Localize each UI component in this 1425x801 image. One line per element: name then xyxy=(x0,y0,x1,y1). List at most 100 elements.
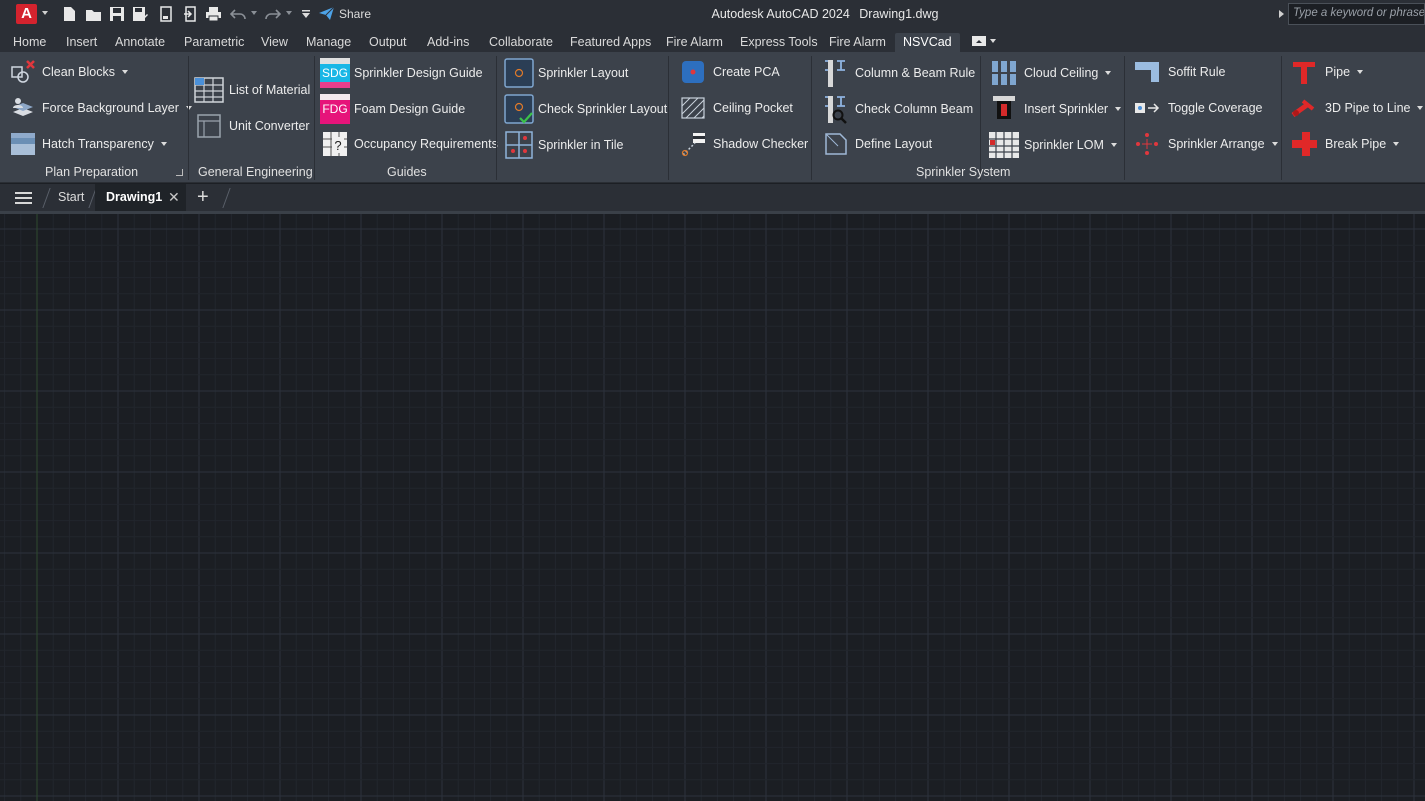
tab-express-tools[interactable]: Express Tools xyxy=(740,33,818,53)
list-of-material-button[interactable]: List of Material xyxy=(194,77,310,103)
tab-divider xyxy=(42,188,51,208)
new-tab-plus-icon[interactable]: + xyxy=(197,186,209,209)
plot-print-icon[interactable] xyxy=(204,5,222,23)
pipe-button[interactable]: Pipe xyxy=(1291,59,1364,85)
file-tab-start[interactable]: Start xyxy=(58,190,84,204)
check-sprinkler-layout-label: Check Sprinkler Layout xyxy=(538,102,668,116)
save-icon[interactable] xyxy=(108,5,126,23)
share-export-icon[interactable] xyxy=(181,5,199,23)
sprinkler-arrange-label: Sprinkler Arrange xyxy=(1168,137,1265,151)
app-menu-chevron-down-icon[interactable] xyxy=(42,11,48,15)
tab-manage[interactable]: Manage xyxy=(306,33,351,53)
unit-converter-button[interactable]: Unit Converter xyxy=(196,113,310,139)
occupancy-requirements-button[interactable]: ? Occupancy Requirements xyxy=(322,131,498,157)
check-column-beam-label: Check Column Beam xyxy=(855,102,974,116)
break-pipe-button[interactable]: Break Pipe xyxy=(1291,131,1400,157)
tab-insert[interactable]: Insert xyxy=(66,33,97,53)
search-input[interactable]: Type a keyword or phrase xyxy=(1288,3,1425,25)
create-pca-button[interactable]: Create PCA xyxy=(681,59,780,85)
web-mobile-icon[interactable] xyxy=(157,5,175,23)
foam-design-guide-button[interactable]: FDG Foam Design Guide xyxy=(320,94,465,124)
insert-sprinkler-label: Insert Sprinkler xyxy=(1024,102,1109,116)
tab-parametric[interactable]: Parametric xyxy=(184,33,244,53)
chevron-down-icon[interactable] xyxy=(1271,142,1278,146)
open-folder-icon[interactable] xyxy=(84,5,102,23)
chevron-down-icon[interactable] xyxy=(1110,143,1117,147)
define-layout-button[interactable]: Define Layout xyxy=(823,131,932,157)
column-beam-rule-button[interactable]: Column & Beam Rule xyxy=(823,58,975,88)
tab-home[interactable]: Home xyxy=(13,33,46,53)
redo-icon[interactable] xyxy=(263,5,281,23)
file-tab-drawing1[interactable]: Drawing1 ✕ xyxy=(95,184,186,211)
column-beam-rule-icon xyxy=(823,58,849,88)
soffit-rule-button[interactable]: Soffit Rule xyxy=(1134,59,1225,85)
close-icon[interactable]: ✕ xyxy=(168,189,180,206)
occupancy-question-icon: ? xyxy=(322,131,348,157)
chevron-down-icon[interactable] xyxy=(1105,71,1112,75)
tab-nsvcad[interactable]: NSVCad xyxy=(895,33,960,53)
document-name: Drawing1.dwg xyxy=(859,7,939,21)
soffit-rule-icon xyxy=(1134,59,1160,85)
panel-divider xyxy=(1124,56,1125,180)
panel-divider xyxy=(1281,56,1282,180)
ribbon-display-toggle[interactable] xyxy=(972,33,1002,49)
tab-add-ins[interactable]: Add-ins xyxy=(427,33,469,53)
sprinkler-lom-button[interactable]: Sprinkler LOM xyxy=(988,130,1117,160)
new-file-icon[interactable] xyxy=(60,5,78,23)
tab-output[interactable]: Output xyxy=(369,33,407,53)
sprinkler-in-tile-button[interactable]: Sprinkler in Tile xyxy=(504,130,623,160)
undo-chevron-down-icon[interactable] xyxy=(251,11,257,15)
tab-divider xyxy=(222,188,231,208)
chevron-down-icon[interactable] xyxy=(160,142,167,146)
drawing-canvas[interactable] xyxy=(0,214,1425,801)
chevron-down-icon[interactable] xyxy=(1393,142,1400,146)
panel-title-general-engineering: General Engineering xyxy=(198,165,313,179)
insert-sprinkler-button[interactable]: Insert Sprinkler xyxy=(990,94,1122,124)
tab-featured-apps[interactable]: Featured Apps xyxy=(570,33,651,53)
sprinkler-design-guide-button[interactable]: SDG Sprinkler Design Guide xyxy=(320,58,483,88)
toggle-coverage-icon xyxy=(1134,95,1160,121)
hamburger-menu-icon[interactable] xyxy=(15,192,32,204)
chevron-down-icon[interactable] xyxy=(1417,106,1424,110)
save-as-icon[interactable] xyxy=(131,5,149,23)
cloud-ceiling-button[interactable]: Cloud Ceiling xyxy=(990,58,1112,88)
force-background-layer-button[interactable]: Force Background Layer xyxy=(10,95,192,121)
tab-fire-alarm[interactable]: Fire Alarm xyxy=(666,33,723,53)
chevron-down-icon[interactable] xyxy=(1357,70,1364,74)
shadow-checker-button[interactable]: Shadow Checker xyxy=(681,131,808,157)
search-expand-chevron-right-icon[interactable] xyxy=(1279,10,1284,18)
sprinkler-arrange-button[interactable]: Sprinkler Arrange xyxy=(1134,131,1278,157)
ceiling-pocket-button[interactable]: Ceiling Pocket xyxy=(681,95,793,121)
undo-icon[interactable] xyxy=(229,5,247,23)
redo-chevron-down-icon[interactable] xyxy=(286,11,292,15)
sprinkler-layout-button[interactable]: Sprinkler Layout xyxy=(504,58,628,88)
customize-quick-access-icon[interactable] xyxy=(297,5,315,23)
clean-blocks-button[interactable]: Clean Blocks xyxy=(10,59,128,85)
unit-converter-label: Unit Converter xyxy=(229,119,310,133)
tab-annotate[interactable]: Annotate xyxy=(115,33,165,53)
cloud-ceiling-label: Cloud Ceiling xyxy=(1024,66,1099,80)
sprinkler-layout-label: Sprinkler Layout xyxy=(538,66,629,80)
hatch-transparency-button[interactable]: Hatch Transparency xyxy=(10,131,167,157)
chevron-down-icon[interactable] xyxy=(1115,107,1122,111)
check-sprinkler-layout-icon xyxy=(504,94,534,124)
tab-fire-alarm-2[interactable]: Fire Alarm xyxy=(829,33,886,53)
tab-collaborate[interactable]: Collaborate xyxy=(489,33,553,53)
panel-title-plan-preparation: Plan Preparation xyxy=(45,165,139,179)
sprinkler-lom-icon xyxy=(988,130,1020,160)
pipe-label: Pipe xyxy=(1325,65,1351,79)
3d-pipe-to-line-button[interactable]: 3D Pipe to Line xyxy=(1291,95,1424,121)
chevron-down-icon[interactable] xyxy=(121,70,128,74)
autocad-logo-button[interactable]: A xyxy=(16,4,37,24)
3d-pipe-to-line-label: 3D Pipe to Line xyxy=(1325,101,1411,115)
check-column-beam-icon xyxy=(823,94,849,124)
insert-sprinkler-icon xyxy=(990,94,1018,124)
dialog-launcher-icon[interactable] xyxy=(176,169,183,176)
shadow-checker-label: Shadow Checker xyxy=(713,137,809,151)
check-sprinkler-layout-button[interactable]: Check Sprinkler Layout xyxy=(504,94,667,124)
toggle-coverage-button[interactable]: Toggle Coverage xyxy=(1134,95,1263,121)
tab-view[interactable]: View xyxy=(261,33,288,53)
share-button[interactable]: Share xyxy=(318,6,371,21)
check-column-beam-button[interactable]: Check Column Beam xyxy=(823,94,973,124)
clean-blocks-label: Clean Blocks xyxy=(42,65,115,79)
